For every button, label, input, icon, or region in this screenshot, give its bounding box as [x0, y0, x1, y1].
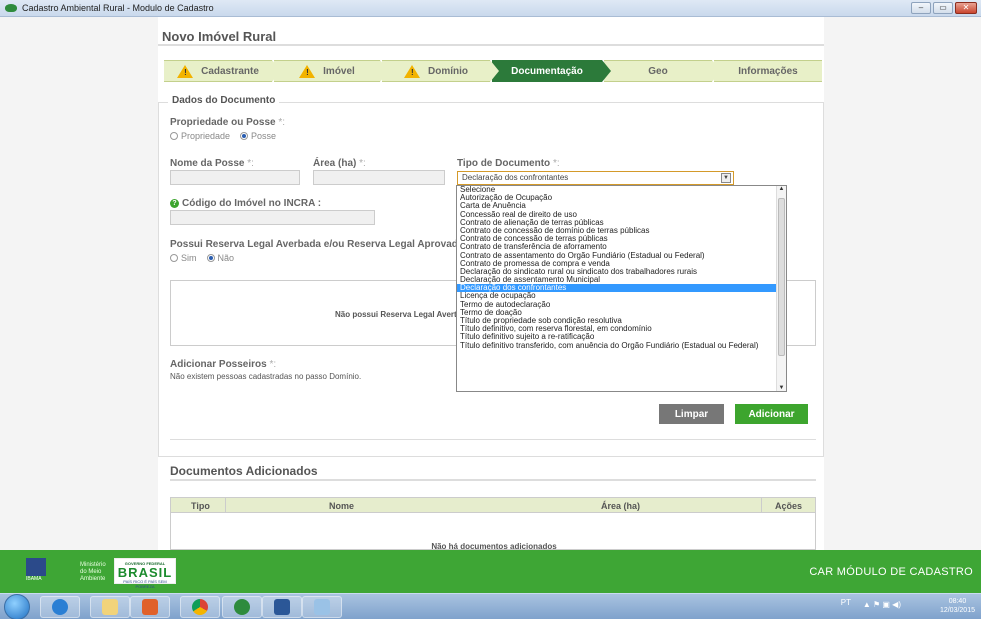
dropdown-option[interactable]: Licença de ocupação — [457, 292, 786, 300]
window-title: Cadastro Ambiental Rural - Modulo de Cad… — [22, 3, 214, 13]
documents-table-body: Não há documentos adicionados — [170, 513, 816, 550]
scroll-thumb[interactable] — [778, 198, 785, 356]
tipo-documento-dropdown[interactable]: Selecione Autorização de Ocupação Carta de… — [456, 185, 787, 392]
app-area: Novo Imóvel Rural ! Cadastrante ! Imóvel… — [0, 17, 981, 550]
incra-label: ? Código do Imóvel no INCRA : — [170, 198, 321, 209]
window-titlebar: Cadastro Ambiental Rural - Modulo de Cad… — [0, 0, 981, 17]
tab-imovel[interactable]: ! Imóvel — [274, 60, 389, 82]
dropdown-option[interactable]: Contrato de transferência de aforramento — [457, 243, 786, 251]
paint-icon[interactable] — [302, 596, 342, 618]
help-icon[interactable]: ? — [170, 199, 179, 208]
radio-posse[interactable]: Posse — [240, 131, 276, 141]
internet-explorer-icon[interactable] — [40, 596, 80, 618]
area-input[interactable] — [313, 170, 445, 185]
dropdown-option[interactable]: Carta de Anuência — [457, 202, 786, 210]
language-indicator[interactable]: PT — [841, 598, 851, 607]
radio-sim[interactable]: Sim — [170, 253, 197, 263]
propriedade-radio-group: Propriedade Posse — [170, 131, 276, 141]
propriedade-label: Propriedade ou Posse *: — [170, 117, 286, 128]
dropdown-option[interactable]: Declaração de assentamento Municipal — [457, 276, 786, 284]
documents-table-header: Tipo Nome Área (ha) Ações — [170, 497, 816, 513]
word-icon[interactable] — [262, 596, 302, 618]
footer-bar: IBAMA Ministério do Meio Ambiente GOVERN… — [0, 550, 981, 593]
incra-input[interactable] — [170, 210, 375, 225]
start-button[interactable] — [4, 594, 30, 619]
documentos-title: Documentos Adicionados — [170, 464, 318, 478]
dropdown-option[interactable]: Declaração dos confrontantes — [457, 284, 786, 293]
posseiros-message: Não existem pessoas cadastradas no passo… — [170, 372, 362, 381]
chrome-icon[interactable] — [180, 596, 220, 618]
reserva-message: Não possui Reserva Legal Avert — [335, 310, 457, 319]
taskbar: PT ▲ ⚑ ▣ ◀) 08:40 12/03/2015 — [0, 593, 981, 619]
warning-icon: ! — [299, 64, 316, 78]
nome-posse-label: Nome da Posse *: — [170, 158, 254, 169]
office-icon[interactable] — [130, 596, 170, 618]
brasil-logo: GOVERNO FEDERAL BRASIL PAÍS RICO É PAÍS … — [114, 558, 176, 589]
dropdown-option[interactable]: Declaração do sindicato rural ou sindica… — [457, 268, 786, 276]
page-title: Novo Imóvel Rural — [162, 29, 277, 44]
dropdown-option[interactable]: Título de propriedade sob condição resol… — [457, 317, 786, 325]
maximize-button[interactable]: ▭ — [933, 2, 953, 14]
section-title: Dados do Documento — [168, 95, 280, 106]
app-icon — [5, 4, 17, 12]
scroll-down-icon[interactable]: ▼ — [777, 385, 786, 391]
car-module-label: CAR MÓDULO DE CADASTRO — [809, 566, 973, 578]
close-button[interactable]: ✕ — [955, 2, 977, 14]
radio-nao[interactable]: Não — [206, 253, 234, 263]
reserva-label: Possui Reserva Legal Averbada e/ou Reser… — [170, 239, 487, 250]
radio-propriedade[interactable]: Propriedade — [170, 131, 230, 141]
tab-documentacao[interactable]: Documentação — [492, 60, 611, 82]
ibama-logo: IBAMA — [22, 558, 70, 586]
area-label: Área (ha) *: — [313, 158, 366, 169]
warning-icon: ! — [177, 64, 194, 78]
dropdown-option[interactable]: Contrato de assentamento do Órgão Fundiá… — [457, 252, 786, 260]
divider — [170, 439, 816, 440]
divider — [170, 479, 816, 481]
divider — [158, 44, 824, 46]
tab-informacoes[interactable]: Informações — [714, 60, 822, 82]
ministerio-label: Ministério do Meio Ambiente — [80, 562, 106, 582]
col-area: Área (ha) — [601, 501, 641, 511]
dropdown-scrollbar[interactable]: ▲ ▼ — [776, 186, 786, 391]
warning-icon: ! — [404, 64, 420, 78]
tipo-documento-select[interactable]: Declaração dos confrontantes ▼ — [457, 171, 734, 185]
reserva-radio-group: Sim Não — [170, 253, 234, 263]
dropdown-option[interactable]: Título definitivo sujeito a re-ratificaç… — [457, 333, 786, 341]
dropdown-option[interactable]: Contrato de alienação de terras públicas — [457, 219, 786, 227]
col-acoes: Ações — [775, 501, 803, 511]
dropdown-option[interactable]: Título definitivo transferido, com anuên… — [457, 342, 786, 350]
file-explorer-icon[interactable] — [90, 596, 130, 618]
dropdown-option[interactable]: Contrato de concessão de terras públicas — [457, 235, 786, 243]
dropdown-option[interactable]: Contrato de promessa de compra e venda — [457, 260, 786, 268]
tab-cadastrante[interactable]: ! Cadastrante — [164, 60, 281, 82]
tipo-documento-label: Tipo de Documento *: — [457, 158, 560, 169]
empty-message: Não há documentos adicionados — [431, 542, 557, 550]
nome-posse-input[interactable] — [170, 170, 300, 185]
col-nome: Nome — [329, 501, 355, 511]
scroll-up-icon[interactable]: ▲ — [777, 186, 786, 192]
limpar-button[interactable]: Limpar — [659, 404, 724, 424]
dropdown-option[interactable]: Selecione — [457, 186, 786, 194]
adicionar-button[interactable]: Adicionar — [735, 404, 808, 424]
tray-icons[interactable]: ▲ ⚑ ▣ ◀) — [863, 600, 901, 609]
minimize-button[interactable]: – — [911, 2, 931, 14]
col-tipo: Tipo — [191, 501, 210, 511]
wizard-steps: ! Cadastrante ! Imóvel ! Domínio Documen… — [164, 60, 824, 82]
dropdown-option[interactable]: Contrato de concessão de domínio de terr… — [457, 227, 786, 235]
clock[interactable]: 08:40 12/03/2015 — [940, 597, 975, 615]
dropdown-option[interactable]: Termo de doação — [457, 309, 786, 317]
dropdown-option[interactable]: Termo de autodeclaração — [457, 301, 786, 309]
tab-geo[interactable]: Geo — [604, 60, 721, 82]
posseiros-label: Adicionar Posseiros *: — [170, 359, 277, 370]
dropdown-option[interactable]: Autorização de Ocupação — [457, 194, 786, 202]
tab-dominio[interactable]: ! Domínio — [382, 60, 499, 82]
chevron-down-icon: ▼ — [721, 173, 731, 183]
dropdown-option[interactable]: Título definitivo, com reserva florestal… — [457, 325, 786, 333]
dropdown-option[interactable]: Concessão real de direito de uso — [457, 211, 786, 219]
car-app-icon[interactable] — [222, 596, 262, 618]
